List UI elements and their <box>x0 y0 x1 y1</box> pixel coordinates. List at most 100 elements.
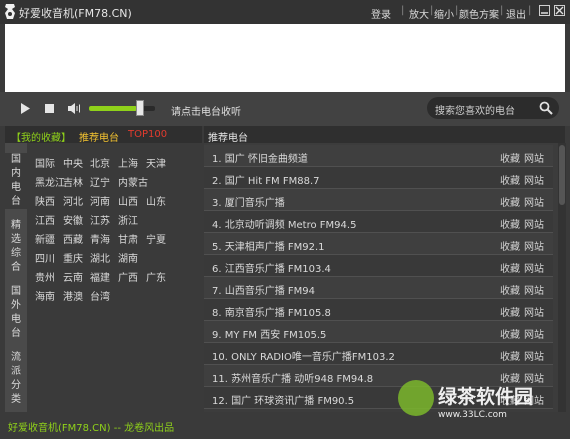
favorite-link[interactable]: 收藏 <box>500 326 520 341</box>
favorite-link[interactable]: 收藏 <box>500 238 520 253</box>
zoom-in-link[interactable]: 放大 <box>409 6 429 21</box>
favorite-link[interactable]: 收藏 <box>500 216 520 231</box>
region-link[interactable]: 湖北 <box>90 250 110 265</box>
website-link[interactable]: 网站 <box>524 326 544 341</box>
region-link[interactable]: 河南 <box>90 193 110 208</box>
exit-link[interactable]: 退出 <box>506 6 526 21</box>
region-link[interactable]: 西藏 <box>63 231 83 246</box>
volume-slider-handle[interactable] <box>136 100 144 116</box>
station-name[interactable]: 5. 天津相声广播 FM92.1 <box>212 238 325 253</box>
region-link[interactable]: 北京 <box>90 155 110 170</box>
search-input[interactable]: 搜索您喜欢的电台 <box>427 97 559 119</box>
stop-icon[interactable] <box>43 102 55 115</box>
favorite-link[interactable]: 收藏 <box>500 172 520 187</box>
close-button[interactable] <box>554 5 565 16</box>
minimize-button[interactable] <box>539 5 550 16</box>
region-link[interactable]: 云南 <box>63 269 83 284</box>
station-row[interactable]: 7. 山西音乐广播 FM94 收藏 网站 <box>204 277 553 299</box>
station-row[interactable]: 6. 江西音乐广播 FM103.4 收藏 网站 <box>204 255 553 277</box>
region-link[interactable]: 陕西 <box>35 193 55 208</box>
tab-domestic-stations[interactable]: 国内电台 <box>5 153 27 209</box>
website-link[interactable]: 网站 <box>524 282 544 297</box>
region-link[interactable]: 江苏 <box>90 212 110 227</box>
volume-icon[interactable] <box>67 102 83 115</box>
tab-recommended[interactable]: 推荐电台 <box>79 129 119 144</box>
region-link[interactable]: 台湾 <box>90 288 110 303</box>
region-link[interactable]: 新疆 <box>35 231 55 246</box>
website-link[interactable]: 网站 <box>524 216 544 231</box>
station-row[interactable]: 5. 天津相声广播 FM92.1 收藏 网站 <box>204 233 553 255</box>
region-link[interactable]: 湖南 <box>118 250 138 265</box>
tab-top100[interactable]: TOP100 <box>128 129 167 140</box>
station-name[interactable]: 3. 厦门音乐广播 <box>212 194 285 209</box>
tab-foreign-stations[interactable]: 国外电台 <box>5 285 27 341</box>
region-link[interactable]: 宁夏 <box>146 231 166 246</box>
zoom-out-link[interactable]: 缩小 <box>434 6 454 21</box>
station-name[interactable]: 7. 山西音乐广播 FM94 <box>212 282 315 297</box>
station-name[interactable]: 1. 国广 怀旧金曲频道 <box>212 150 308 165</box>
region-link[interactable]: 港澳 <box>63 288 83 303</box>
favorite-link[interactable]: 收藏 <box>500 304 520 319</box>
region-link[interactable]: 天津 <box>146 155 166 170</box>
region-link[interactable]: 安徽 <box>63 212 83 227</box>
region-link[interactable]: 四川 <box>35 250 55 265</box>
login-link[interactable]: 登录 <box>371 6 391 21</box>
favorite-link[interactable]: 收藏 <box>500 194 520 209</box>
region-link[interactable]: 广西 <box>118 269 138 284</box>
region-link[interactable]: 吉林 <box>63 174 83 189</box>
favorite-link[interactable]: 收藏 <box>500 260 520 275</box>
region-link[interactable]: 广东 <box>146 269 166 284</box>
region-link[interactable]: 贵州 <box>35 269 55 284</box>
station-row[interactable]: 10. ONLY RADIO唯一音乐广播FM103.2 收藏 网站 <box>204 343 553 365</box>
region-link[interactable]: 重庆 <box>63 250 83 265</box>
website-link[interactable]: 网站 <box>524 260 544 275</box>
region-link[interactable]: 山西 <box>118 193 138 208</box>
region-link[interactable]: 国际 <box>35 155 55 170</box>
region-link[interactable]: 黑龙江 <box>35 174 65 189</box>
website-link[interactable]: 网站 <box>524 172 544 187</box>
region-link[interactable]: 辽宁 <box>90 174 110 189</box>
region-link[interactable]: 甘肃 <box>118 231 138 246</box>
region-link[interactable]: 中央 <box>63 155 83 170</box>
favorite-link[interactable]: 收藏 <box>500 150 520 165</box>
region-link[interactable]: 山东 <box>146 193 166 208</box>
region-link[interactable]: 浙江 <box>118 212 138 227</box>
website-link[interactable]: 网站 <box>524 194 544 209</box>
station-name[interactable]: 8. 南京音乐广播 FM105.8 <box>212 304 331 319</box>
station-row[interactable]: 1. 国广 怀旧金曲频道 收藏 网站 <box>204 145 553 167</box>
region-link[interactable]: 内蒙古 <box>118 174 148 189</box>
station-name[interactable]: 2. 国广 Hit FM FM88.7 <box>212 172 320 187</box>
station-name[interactable]: 6. 江西音乐广播 FM103.4 <box>212 260 331 275</box>
scrollbar[interactable] <box>558 143 566 412</box>
station-name[interactable]: 9. MY FM 西安 FM105.5 <box>212 326 326 341</box>
website-link[interactable]: 网站 <box>524 238 544 253</box>
station-row[interactable]: 4. 北京动听调频 Metro FM94.5 收藏 网站 <box>204 211 553 233</box>
station-row[interactable]: 9. MY FM 西安 FM105.5 收藏 网站 <box>204 321 553 343</box>
station-row[interactable]: 8. 南京音乐广播 FM105.8 收藏 网站 <box>204 299 553 321</box>
website-link[interactable]: 网站 <box>524 150 544 165</box>
tab-genres[interactable]: 流派分类 <box>5 351 27 407</box>
website-link[interactable]: 网站 <box>524 304 544 319</box>
search-icon[interactable] <box>539 101 553 115</box>
tab-featured[interactable]: 精选综合 <box>5 219 27 275</box>
station-name[interactable]: 11. 苏州音乐广播 动听948 FM94.8 <box>212 370 373 385</box>
station-name[interactable]: 12. 国广 环球资讯广播 FM90.5 <box>212 392 354 407</box>
tab-my-favorites[interactable]: 【我的收藏】 <box>11 129 71 144</box>
region-link[interactable]: 福建 <box>90 269 110 284</box>
region-link[interactable]: 江西 <box>35 212 55 227</box>
region-link[interactable]: 河北 <box>63 193 83 208</box>
region-link[interactable]: 青海 <box>90 231 110 246</box>
region-link[interactable]: 上海 <box>118 155 138 170</box>
station-name[interactable]: 4. 北京动听调频 Metro FM94.5 <box>212 216 356 231</box>
favorite-link[interactable]: 收藏 <box>500 348 520 363</box>
favorite-link[interactable]: 收藏 <box>500 282 520 297</box>
station-row[interactable]: 2. 国广 Hit FM FM88.7 收藏 网站 <box>204 167 553 189</box>
station-row[interactable]: 3. 厦门音乐广播 收藏 网站 <box>204 189 553 211</box>
play-icon[interactable] <box>19 102 31 115</box>
station-name[interactable]: 10. ONLY RADIO唯一音乐广播FM103.2 <box>212 348 395 363</box>
website-link[interactable]: 网站 <box>524 348 544 363</box>
color-scheme-link[interactable]: 颜色方案 <box>459 6 499 21</box>
scrollbar-thumb[interactable] <box>559 145 565 205</box>
region-link[interactable]: 海南 <box>35 288 55 303</box>
volume-slider[interactable] <box>89 106 155 111</box>
